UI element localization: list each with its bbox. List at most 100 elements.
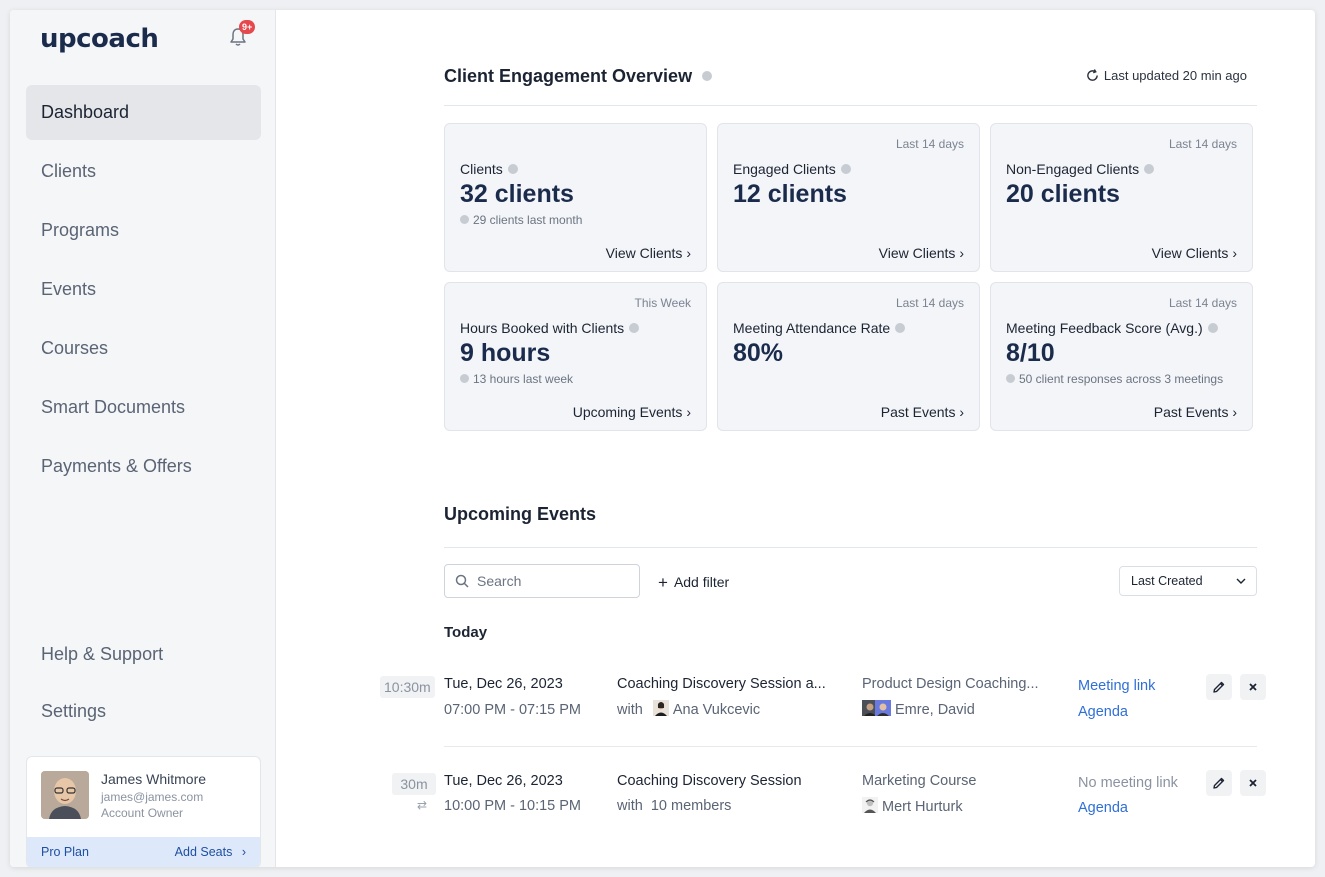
delete-button[interactable] (1240, 674, 1266, 700)
card-link-text: View Clients (878, 245, 956, 261)
with-label: with (617, 798, 643, 814)
refresh-icon (1087, 69, 1098, 81)
profile-name: James Whitmore (101, 771, 207, 787)
card-feedback-score: Last 14 days Meeting Feedback Score (Avg… (990, 282, 1253, 431)
nav-item-courses[interactable]: Courses (26, 321, 261, 376)
info-icon[interactable] (1207, 323, 1218, 334)
main-nav: Dashboard Clients Programs Events Course… (26, 85, 261, 498)
event-time: 10:00 PM - 10:15 PM (444, 798, 582, 814)
overview-title: Client Engagement Overview (444, 66, 713, 87)
card-label-text: Hours Booked with Clients (460, 320, 625, 336)
card-period: Last 14 days (895, 296, 964, 310)
view-clients-link[interactable]: View Clients › (606, 245, 691, 261)
card-value: 80% (733, 339, 784, 367)
add-filter-button[interactable]: + Add filter (658, 572, 729, 592)
plus-icon: + (658, 573, 668, 592)
card-sub: 13 hours last week (460, 372, 573, 386)
sort-value: Last Created (1131, 574, 1203, 588)
nav-item-programs[interactable]: Programs (26, 203, 261, 258)
card-period: Last 14 days (895, 137, 964, 151)
view-clients-link[interactable]: View Clients › (879, 245, 964, 261)
profile-role: Account Owner (101, 806, 184, 820)
card-label-text: Clients (460, 161, 503, 177)
edit-button[interactable] (1206, 770, 1232, 796)
past-events-link[interactable]: Past Events › (881, 404, 964, 420)
avatar (41, 771, 89, 819)
profile-card[interactable]: James Whitmore james@james.com Account O… (26, 756, 261, 867)
with-name: Ana Vukcevic (672, 702, 761, 718)
card-non-engaged-clients: Last 14 days Non-Engaged Clients 20 clie… (990, 123, 1253, 272)
card-period: Last 14 days (1168, 137, 1237, 151)
events-divider (444, 547, 1257, 548)
info-icon[interactable] (895, 323, 906, 334)
chevron-down-icon (1236, 578, 1246, 584)
card-sub-text: 13 hours last week (473, 372, 574, 386)
with-label: with (617, 702, 643, 718)
search-input[interactable] (477, 565, 635, 597)
last-updated[interactable]: Last updated 20 min ago (1086, 68, 1247, 83)
card-link-text: Upcoming Events (572, 404, 683, 420)
card-value: 9 hours (460, 339, 551, 367)
info-icon[interactable] (629, 323, 640, 334)
info-icon (460, 374, 469, 384)
card-sub: 50 client responses across 3 meetings (1006, 372, 1223, 386)
edit-button[interactable] (1206, 674, 1232, 700)
upcoming-events-title: Upcoming Events (444, 504, 597, 524)
nav-item-payments-offers[interactable]: Payments & Offers (26, 439, 261, 494)
chevron-right-icon: › (686, 245, 691, 261)
nav-item-events[interactable]: Events (26, 262, 261, 317)
card-sub: 29 clients last month (460, 213, 582, 227)
card-link-text: Past Events (880, 404, 956, 420)
add-seats-link[interactable]: Add Seats › (175, 845, 246, 859)
agenda-link[interactable]: Agenda (1078, 704, 1128, 720)
event-row[interactable]: 10:30m Tue, Dec 26, 2023 07:00 PM - 07:1… (376, 674, 1266, 754)
avatar (652, 700, 669, 717)
event-date: Tue, Dec 26, 2023 (444, 773, 563, 789)
card-value: 12 clients (733, 180, 847, 208)
nav-item-clients[interactable]: Clients (26, 144, 261, 199)
card-link-text: View Clients (605, 245, 683, 261)
card-period: Last 14 days (1168, 296, 1237, 310)
upcoach-logo[interactable]: upcoach (40, 24, 159, 54)
card-label: Non-Engaged Clients (1006, 161, 1155, 177)
card-period: This Week (634, 296, 691, 310)
nav-item-settings[interactable]: Settings (26, 684, 261, 739)
card-value: 20 clients (1006, 180, 1120, 208)
info-icon[interactable] (840, 164, 851, 175)
meeting-link[interactable]: Meeting link (1078, 678, 1155, 694)
pencil-icon (1213, 681, 1225, 693)
nav-item-dashboard[interactable]: Dashboard (26, 85, 261, 140)
chevron-right-icon: › (959, 404, 964, 420)
past-events-link[interactable]: Past Events › (1154, 404, 1237, 420)
info-icon (460, 215, 469, 225)
info-icon[interactable] (702, 71, 713, 82)
delete-button[interactable] (1240, 770, 1266, 796)
view-clients-link[interactable]: View Clients › (1152, 245, 1237, 261)
info-icon[interactable] (1144, 164, 1155, 175)
nav-item-smart-documents[interactable]: Smart Documents (26, 380, 261, 435)
row-divider (444, 746, 1257, 747)
event-title[interactable]: Coaching Discovery Session a... (617, 676, 826, 692)
agenda-link[interactable]: Agenda (1078, 800, 1128, 816)
sort-select[interactable]: Last Created (1119, 566, 1257, 596)
card-hours-booked: This Week Hours Booked with Clients 9 ho… (444, 282, 707, 431)
event-course[interactable]: Product Design Coaching... (862, 676, 1039, 692)
info-icon[interactable] (507, 164, 518, 175)
card-label-text: Meeting Feedback Score (Avg.) (1006, 320, 1203, 336)
card-label: Hours Booked with Clients (460, 320, 640, 336)
upcoming-events-link[interactable]: Upcoming Events › (573, 404, 691, 420)
card-link-text: View Clients (1151, 245, 1229, 261)
add-seats-label: Add Seats (174, 845, 233, 859)
event-row[interactable]: 30m ⇄ Tue, Dec 26, 2023 10:00 PM - 10:15… (376, 770, 1266, 850)
event-course[interactable]: Marketing Course (862, 773, 976, 789)
card-link-text: Past Events (1153, 404, 1229, 420)
event-title[interactable]: Coaching Discovery Session (617, 773, 802, 789)
card-label: Meeting Attendance Rate (733, 320, 906, 336)
search-box[interactable] (444, 564, 640, 598)
nav-item-help-support[interactable]: Help & Support (26, 627, 261, 682)
close-icon (1249, 683, 1257, 691)
bottom-nav: Help & Support Settings (26, 627, 261, 741)
event-with: with Ana Vukcevic (617, 700, 761, 718)
event-date: Tue, Dec 26, 2023 (444, 676, 563, 692)
with-name: 10 members (650, 798, 732, 814)
